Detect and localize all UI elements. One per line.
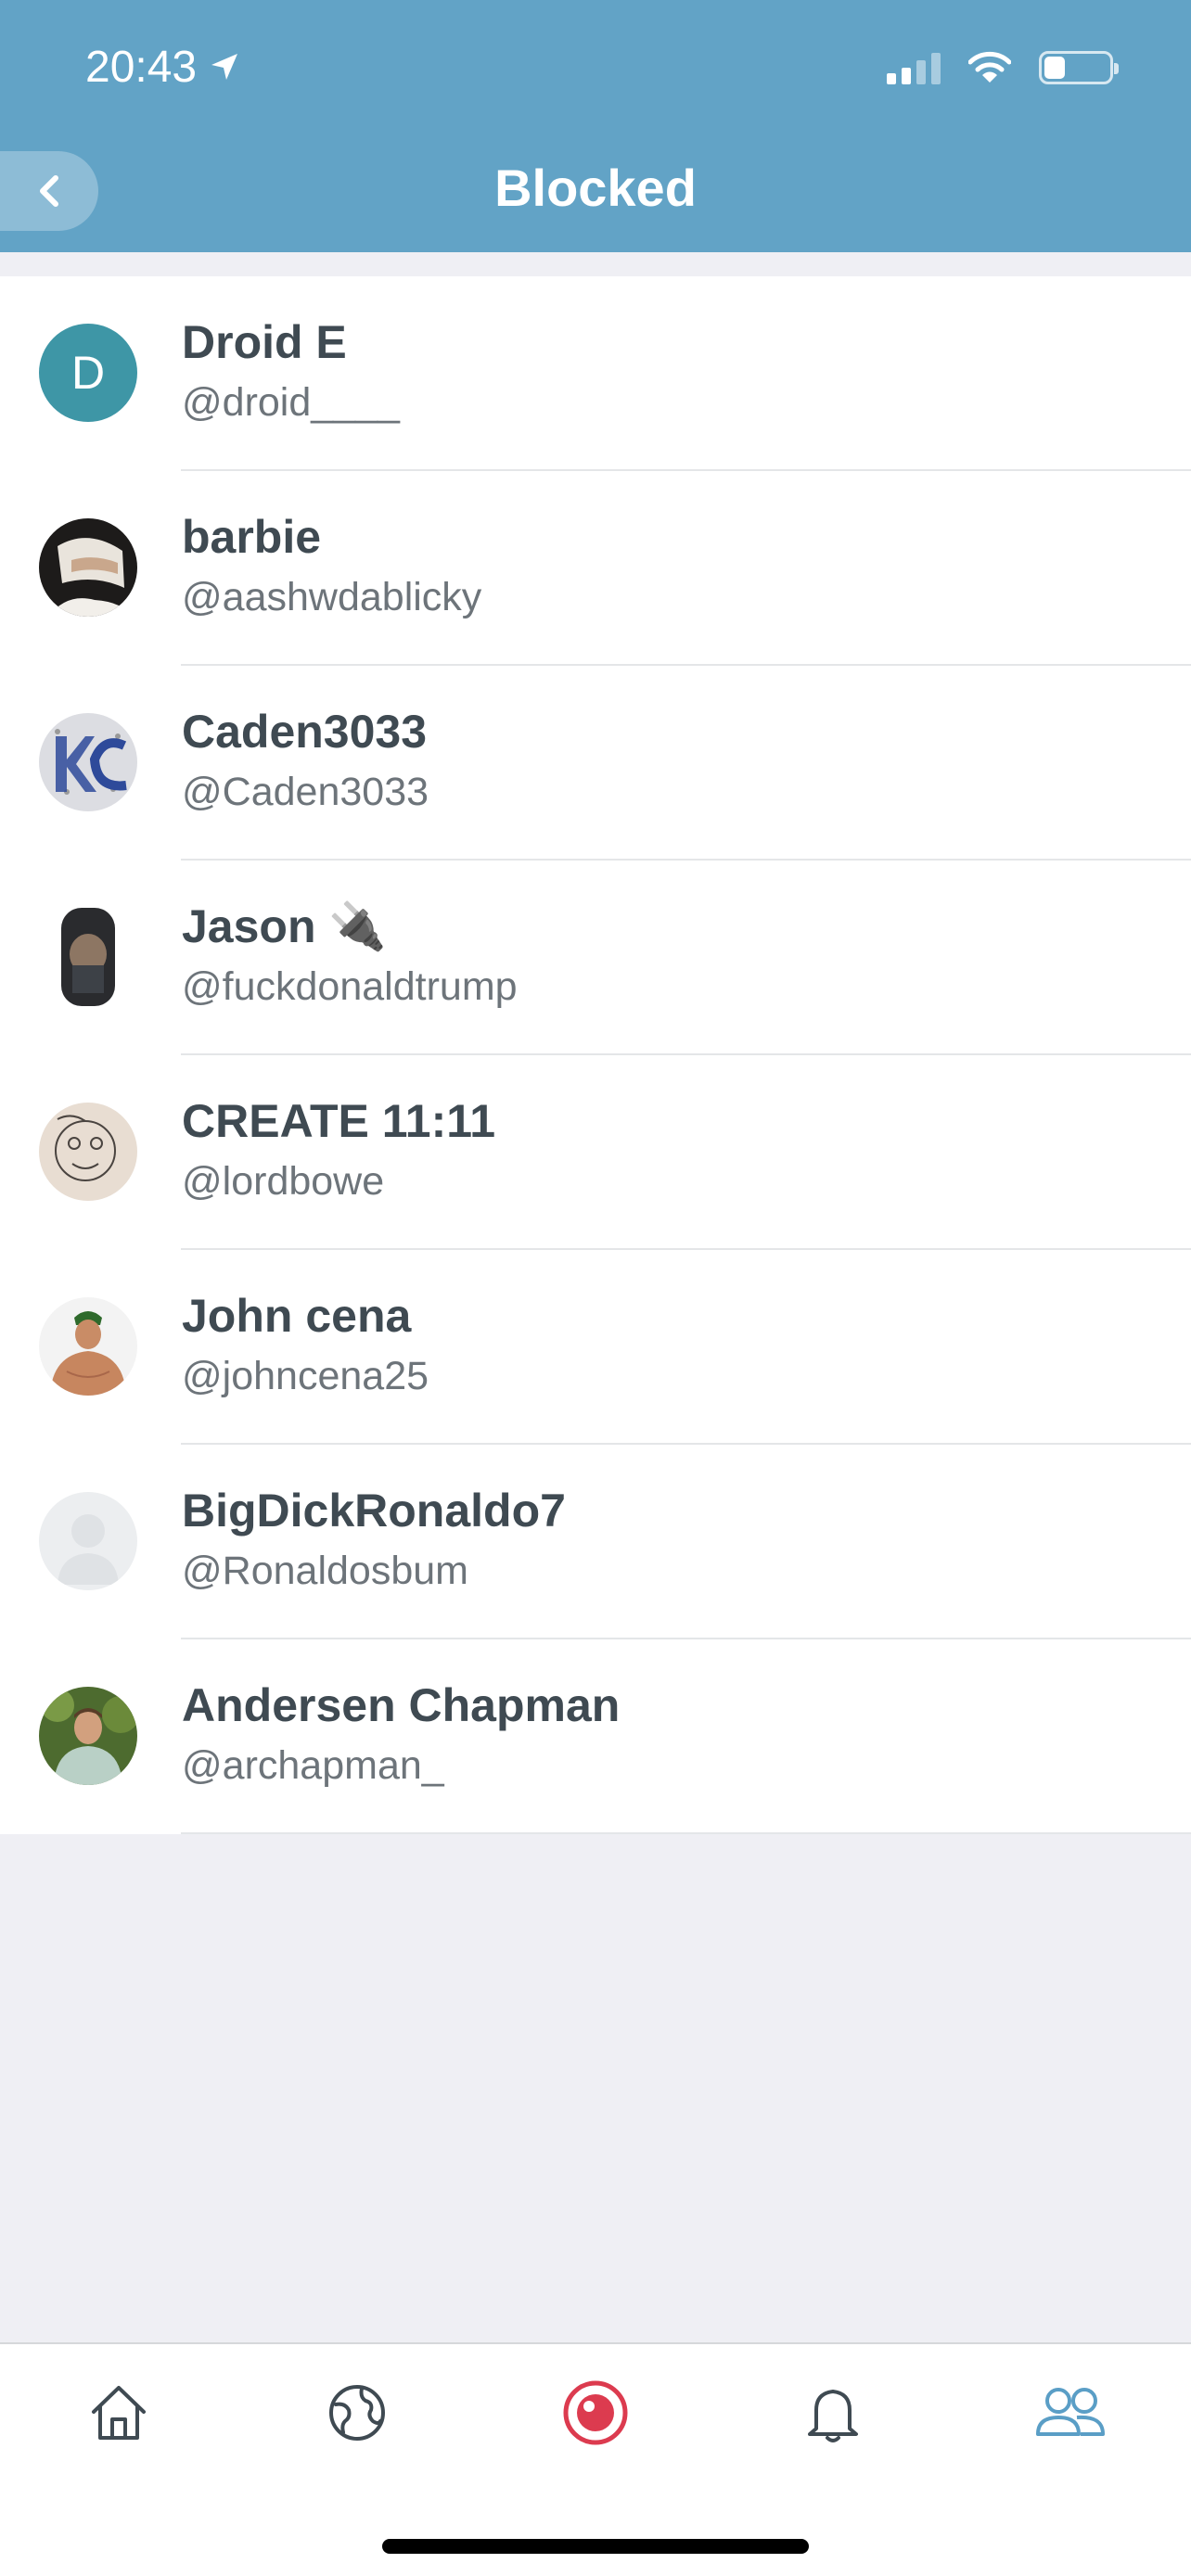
blocked-user-row[interactable]: John cena @johncena25 [0, 1250, 1191, 1445]
status-bar-time: 20:43 [85, 37, 239, 96]
avatar [39, 713, 137, 811]
blocked-user-row[interactable]: BigDickRonaldo7 @Ronaldosbum [0, 1445, 1191, 1639]
user-display-name: Caden3033 [182, 706, 428, 758]
notifications-bell-icon [808, 2390, 858, 2442]
avatar: D [39, 324, 137, 422]
avatar [39, 908, 137, 1006]
user-display-name: CREATE 11:11 [182, 1095, 496, 1147]
home-indicator [382, 2539, 809, 2554]
people-icon [1036, 2388, 1105, 2436]
user-handle: @fuckdonaldtrump [182, 964, 518, 1009]
user-handle: @lordbowe [182, 1159, 385, 1204]
user-display-name: Droid E [182, 316, 347, 368]
tab-explore[interactable] [313, 2368, 402, 2457]
tab-people[interactable] [1026, 2368, 1115, 2457]
user-handle: @droid____ [182, 380, 400, 425]
user-display-name: Andersen Chapman [182, 1679, 621, 1731]
status-time-text: 20:43 [85, 42, 198, 92]
battery-icon [1039, 51, 1119, 84]
avatar-letter: D [70, 347, 106, 399]
header-bar: 20:43 Blocked [0, 0, 1191, 252]
blocked-user-row[interactable]: CREATE 11:11 @lordbowe [0, 1055, 1191, 1250]
avatar [39, 518, 137, 617]
blocked-users-list: D Droid E @droid____ barbie @aashwdablic… [0, 276, 1191, 1834]
blocked-user-row[interactable]: Andersen Chapman @archapman_ [0, 1639, 1191, 1834]
user-handle: @Caden3033 [182, 770, 429, 814]
globe-icon [329, 2385, 385, 2441]
status-bar-indicators [887, 45, 1119, 91]
avatar [39, 1103, 137, 1201]
tab-home[interactable] [74, 2368, 163, 2457]
location-arrow-icon [211, 54, 238, 80]
user-display-name: barbie [182, 511, 322, 563]
tab-go-live[interactable] [551, 2368, 640, 2457]
blocked-user-row[interactable]: Jason 🔌 @fuckdonaldtrump [0, 861, 1191, 1055]
user-handle: @aashwdablicky [182, 575, 482, 619]
user-display-name: BigDickRonaldo7 [182, 1485, 566, 1537]
home-icon [92, 2386, 146, 2440]
default-avatar [39, 1492, 137, 1590]
page-title: Blocked [494, 159, 697, 217]
user-handle: @johncena25 [182, 1354, 429, 1398]
cellular-signal-icon [887, 51, 941, 84]
avatar [39, 1687, 137, 1785]
user-display-name: John cena [182, 1290, 412, 1342]
user-display-name: Jason 🔌 [182, 900, 387, 952]
tab-notifications[interactable] [788, 2368, 877, 2457]
blocked-user-row[interactable]: barbie @aashwdablicky [0, 471, 1191, 666]
blocked-user-row[interactable]: Caden3033 @Caden3033 [0, 666, 1191, 861]
blocked-user-row[interactable]: D Droid E @droid____ [0, 276, 1191, 471]
row-divider [181, 1832, 1191, 1834]
wifi-icon [968, 51, 1011, 83]
user-handle: @Ronaldosbum [182, 1549, 468, 1593]
live-broadcast-icon [563, 2380, 628, 2445]
user-handle: @archapman_ [182, 1743, 444, 1788]
avatar [39, 1297, 137, 1396]
